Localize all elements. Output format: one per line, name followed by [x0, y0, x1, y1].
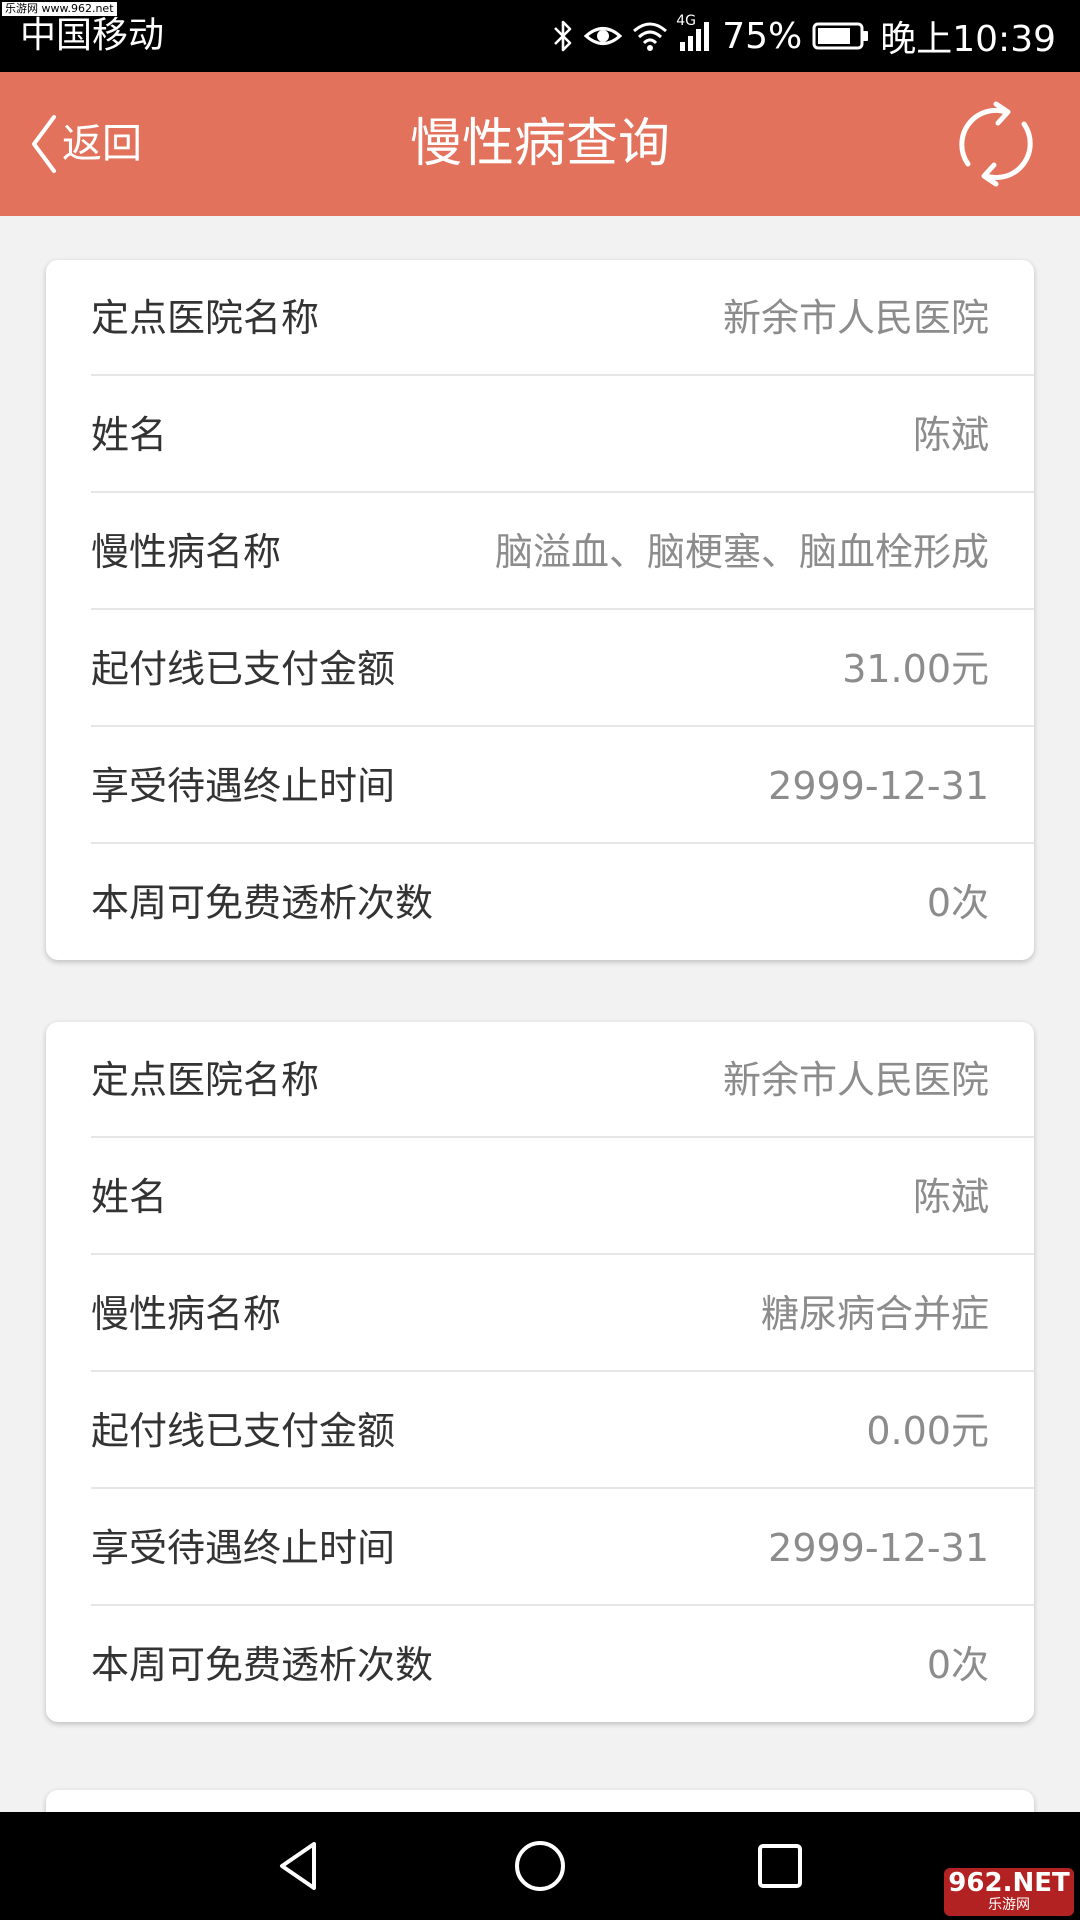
detail-row-dialysis-count: 本周可免费透析次数 0次	[91, 1607, 1034, 1723]
recent-apps-square-icon	[758, 1844, 802, 1888]
network-type-label: 4G	[676, 13, 696, 29]
back-button[interactable]: 返回	[28, 108, 142, 180]
detail-row-paid-amount: 起付线已支付金额 0.00元	[91, 1373, 1034, 1489]
watermark-logo-main: 962.NET	[948, 1868, 1070, 1898]
detail-row-hospital: 定点医院名称 新余市人民医院	[91, 260, 1034, 376]
refresh-button[interactable]	[948, 96, 1044, 192]
row-value: 陈斌	[912, 413, 989, 457]
carrier-name: 中国移动	[20, 15, 165, 56]
app-header: 慢性病查询 返回	[0, 72, 1080, 216]
back-button-label: 返回	[62, 121, 142, 167]
watermark-logo: 962.NET 乐游网	[944, 1868, 1074, 1916]
detail-row-hospital: 定点医院名称 新余市人民医院	[91, 1022, 1034, 1138]
row-label: 慢性病名称	[91, 1292, 282, 1336]
battery-percent: 75%	[722, 15, 803, 57]
detail-row-end-date: 享受待遇终止时间 2999-12-31	[91, 728, 1034, 844]
row-value: 2999-12-31	[768, 1526, 989, 1570]
row-label: 定点医院名称	[91, 296, 320, 340]
status-bar: 乐游网 www.962.net 中国移动 4G 75% 晚上10:39	[0, 0, 1080, 72]
bluetooth-icon	[552, 18, 574, 54]
row-label: 本周可免费透析次数	[91, 1643, 434, 1687]
row-label: 享受待遇终止时间	[91, 1526, 396, 1570]
detail-row-disease: 慢性病名称 糖尿病合并症	[91, 1256, 1034, 1372]
row-label: 姓名	[91, 413, 168, 457]
page-title: 慢性病查询	[409, 114, 670, 174]
row-value: 新余市人民医院	[722, 296, 989, 340]
detail-row-dialysis-count: 本周可免费透析次数 0次	[91, 845, 1034, 961]
detail-row-end-date: 享受待遇终止时间 2999-12-31	[91, 1490, 1034, 1606]
row-value: 糖尿病合并症	[760, 1292, 989, 1336]
row-value: 脑溢血、脑梗塞、脑血栓形成	[494, 530, 989, 574]
record-card: 定点医院名称 新余市人民医院 姓名 陈斌 慢性病名称 糖尿病合并症 起付线已支付…	[46, 1022, 1034, 1722]
row-label: 姓名	[91, 1175, 168, 1219]
nav-recent-apps-button[interactable]	[750, 1836, 810, 1896]
detail-row-name: 姓名 陈斌	[91, 1139, 1034, 1255]
chevron-left-icon	[32, 115, 56, 173]
status-icons: 4G 75% 晚上10:39	[552, 12, 1056, 60]
wifi-icon	[632, 21, 668, 51]
row-label: 起付线已支付金额	[91, 647, 396, 691]
detail-row-name: 姓名 陈斌	[91, 377, 1034, 493]
battery-icon	[812, 22, 870, 50]
home-circle-icon	[515, 1841, 565, 1891]
row-label: 定点医院名称	[91, 1058, 320, 1102]
records-list[interactable]: 定点医院名称 新余市人民医院 姓名 陈斌 慢性病名称 脑溢血、脑梗塞、脑血栓形成…	[0, 216, 1080, 1812]
row-value: 陈斌	[912, 1175, 989, 1219]
nav-home-button[interactable]	[510, 1836, 570, 1896]
row-value: 2999-12-31	[768, 764, 989, 808]
back-triangle-icon	[280, 1842, 316, 1890]
detail-row-paid-amount: 起付线已支付金额 31.00元	[91, 611, 1034, 727]
record-card-partial	[46, 1790, 1034, 1812]
system-nav-bar: 962.NET 乐游网	[0, 1812, 1080, 1920]
clock: 晚上10:39	[880, 19, 1056, 60]
row-label: 享受待遇终止时间	[91, 764, 396, 808]
record-card: 定点医院名称 新余市人民医院 姓名 陈斌 慢性病名称 脑溢血、脑梗塞、脑血栓形成…	[46, 260, 1034, 960]
cellular-signal-icon: 4G	[676, 14, 712, 52]
row-label: 起付线已支付金额	[91, 1409, 396, 1453]
row-value: 0次	[926, 1643, 989, 1687]
row-label: 本周可免费透析次数	[91, 881, 434, 925]
row-value: 0次	[926, 881, 989, 925]
eye-comfort-icon	[584, 21, 623, 51]
row-value: 新余市人民医院	[722, 1058, 989, 1102]
detail-row-disease: 慢性病名称 脑溢血、脑梗塞、脑血栓形成	[91, 494, 1034, 610]
nav-back-button[interactable]	[270, 1836, 330, 1896]
watermark-logo-sub: 乐游网	[988, 1897, 1030, 1913]
row-value: 31.00元	[842, 647, 989, 691]
row-value: 0.00元	[866, 1409, 989, 1453]
row-label: 慢性病名称	[91, 530, 282, 574]
refresh-icon	[959, 101, 1033, 187]
